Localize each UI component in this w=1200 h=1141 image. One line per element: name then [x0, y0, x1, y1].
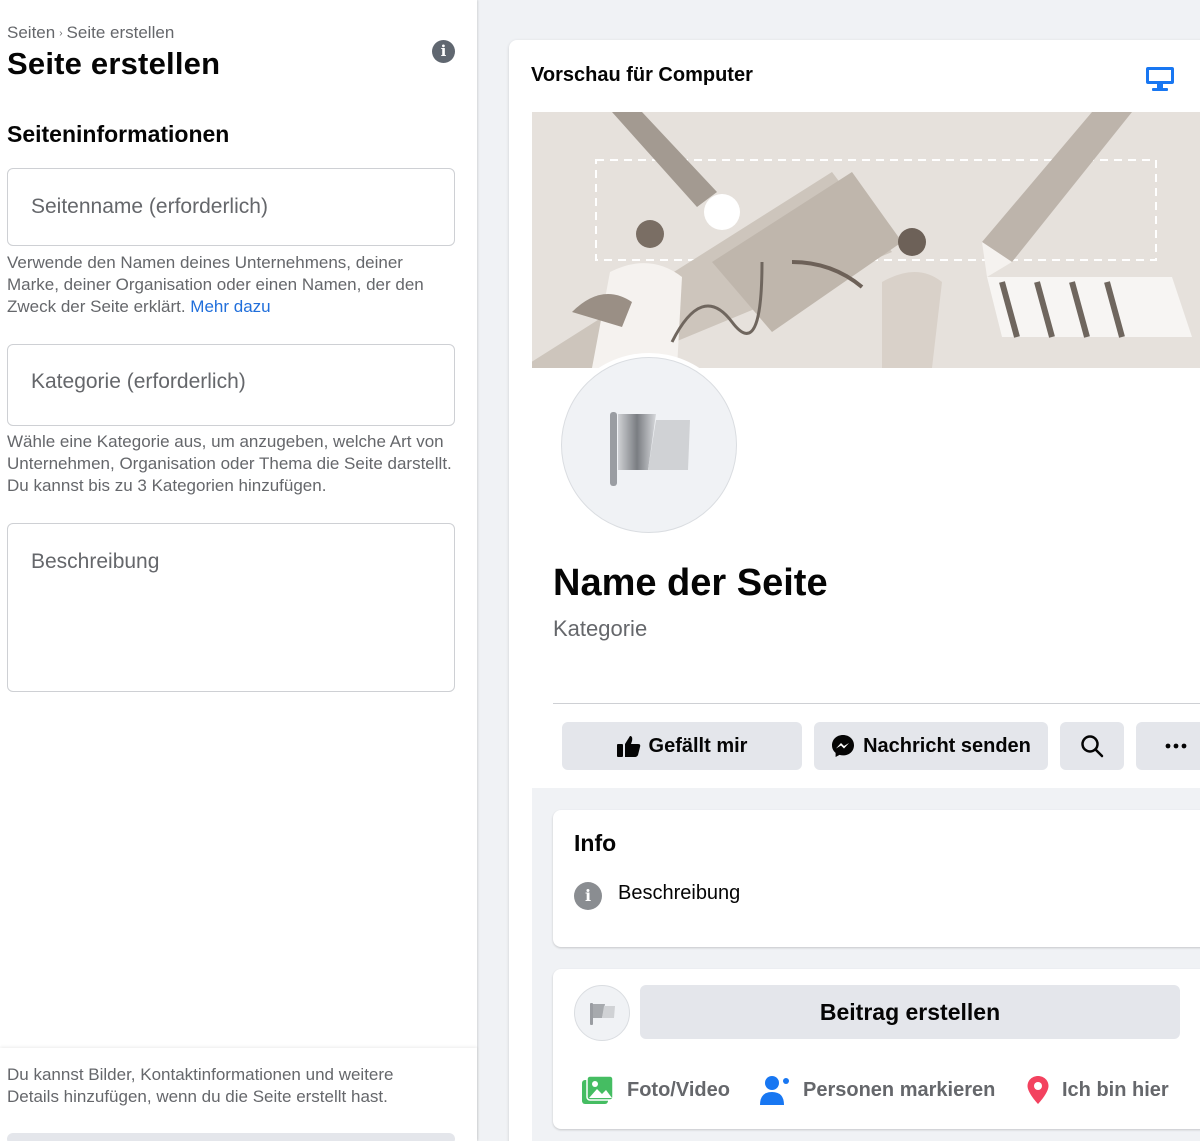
create-post-button[interactable]: Beitrag erstellen — [640, 985, 1180, 1039]
location-pin-icon — [1027, 1076, 1049, 1104]
tag-people-button[interactable]: Personen markieren — [759, 1073, 995, 1107]
breadcrumb-separator: › — [59, 28, 63, 39]
flag-icon — [590, 1003, 615, 1025]
desktop-monitor-icon[interactable] — [1145, 66, 1175, 92]
create-post-card: Beitrag erstellen Foto/Video Personen ma… — [553, 969, 1200, 1129]
info-description: Beschreibung — [618, 882, 741, 904]
info-circle-icon: i — [574, 882, 602, 910]
category-input[interactable]: Kategorie (erforderlich) — [7, 344, 455, 426]
photo-video-icon — [582, 1075, 614, 1104]
cover-illustration-icon — [522, 112, 1200, 368]
search-icon — [1081, 735, 1104, 758]
create-page-panel: Seiten › Seite erstellen Seite erstellen i… — [0, 0, 477, 1141]
profile-picture[interactable] — [557, 353, 741, 537]
desktop-preview-card: Vorschau für Computer Name der Seite Kat… — [509, 40, 1200, 1141]
tag-people-label: Personen markieren — [803, 1078, 996, 1101]
breadcrumb-current: Seite erstellen — [66, 23, 175, 42]
category-hint: Wähle eine Kategorie aus, um anzugeben, … — [7, 432, 452, 495]
bottom-note-text: Du kannst Bilder, Kontaktinformationen u… — [7, 1065, 394, 1106]
preview-title: Vorschau für Computer — [531, 64, 753, 86]
page-title: Seite erstellen — [7, 46, 221, 81]
section-title: Seiteninformationen — [7, 121, 230, 147]
messenger-icon — [832, 735, 855, 757]
preview-page-category: Kategorie — [553, 616, 648, 641]
bottom-note: Du kannst Bilder, Kontaktinformationen u… — [0, 1048, 477, 1141]
send-message-button[interactable]: Nachricht senden — [814, 722, 1048, 770]
page-name-input[interactable]: Seitenname (erforderlich) — [7, 168, 455, 246]
post-avatar — [574, 985, 630, 1041]
check-in-button[interactable]: Ich bin hier — [1026, 1073, 1169, 1107]
breadcrumb-pages-link[interactable]: Seiten — [7, 23, 55, 42]
photo-video-button[interactable]: Foto/Video — [581, 1073, 730, 1107]
page-name-hint: Verwende den Namen deines Unternehmens, … — [7, 252, 457, 318]
breadcrumb: Seiten › Seite erstellen — [7, 23, 174, 43]
info-icon[interactable]: i — [432, 40, 455, 63]
learn-more-link[interactable]: Mehr dazu — [190, 297, 270, 316]
like-button-label: Gefällt mir — [648, 734, 748, 757]
search-button[interactable] — [1060, 722, 1124, 770]
category-placeholder: Kategorie (erforderlich) — [31, 370, 246, 393]
page-name-placeholder: Seitenname (erforderlich) — [31, 195, 268, 218]
info-heading: Info — [574, 830, 617, 856]
cover-photo-illustration — [522, 112, 1200, 368]
check-in-label: Ich bin hier — [1062, 1078, 1169, 1101]
info-card: Info i Beschreibung — [553, 810, 1200, 947]
more-options-button[interactable] — [1136, 722, 1200, 770]
tag-people-icon — [760, 1076, 789, 1105]
more-dots-icon — [1165, 743, 1187, 749]
send-message-button-label: Nachricht senden — [863, 734, 1031, 757]
photo-video-label: Foto/Video — [627, 1078, 730, 1101]
thumbs-up-icon — [616, 736, 640, 757]
flag-icon — [610, 412, 690, 486]
like-button[interactable]: Gefällt mir — [562, 722, 802, 770]
divider — [553, 703, 1200, 704]
create-page-button[interactable] — [7, 1133, 455, 1141]
description-textarea[interactable]: Beschreibung — [7, 523, 455, 692]
description-placeholder: Beschreibung — [31, 550, 160, 573]
preview-page-name: Name der Seite — [553, 562, 828, 604]
